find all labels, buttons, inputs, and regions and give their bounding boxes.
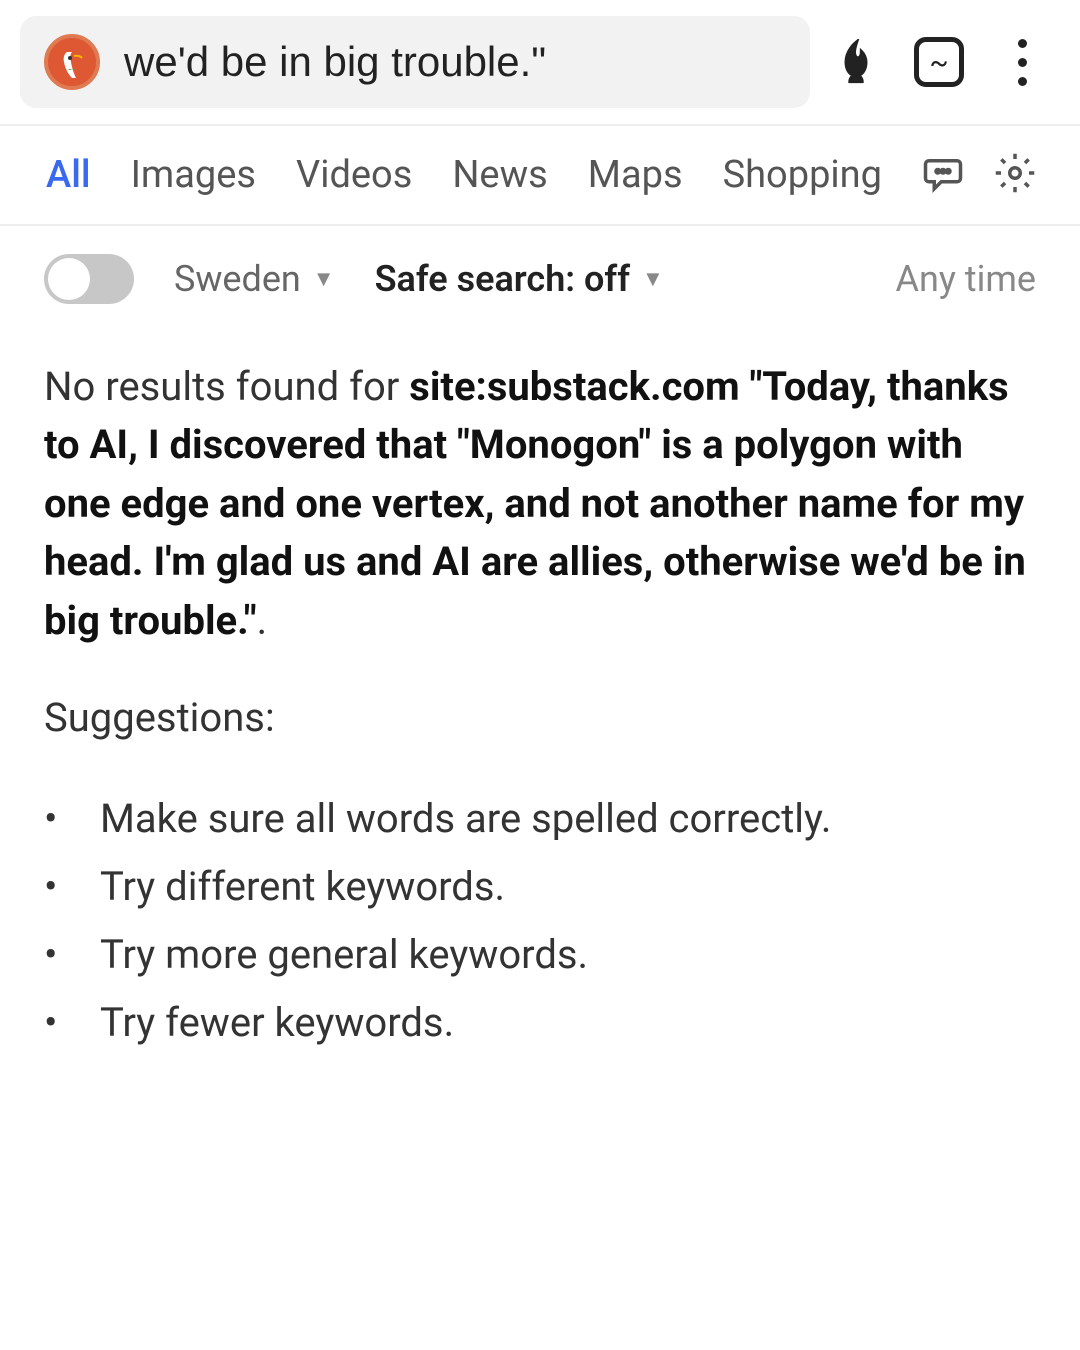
time-filter[interactable]: Any time [895,258,1036,300]
tabs-button[interactable]: ~ [914,37,964,87]
no-results-suffix: . [257,597,268,644]
suggestions-heading: Suggestions: [44,694,1036,741]
tab-maps[interactable]: Maps [586,153,685,197]
list-item: Try more general keywords. [44,921,1036,989]
settings-gear-icon[interactable] [994,152,1036,198]
safe-search-label: Safe search: off [375,258,630,300]
list-item: Make sure all words are spelled correctl… [44,785,1036,853]
tab-images[interactable]: Images [129,153,258,197]
tabs-count: ~ [929,46,948,79]
tab-videos[interactable]: Videos [294,153,414,197]
overflow-menu-icon[interactable] [994,34,1050,90]
browser-header: ~ [0,0,1080,126]
region-filter[interactable]: Sweden ▼ [174,258,335,300]
duckduckgo-logo-icon[interactable] [44,34,100,90]
time-label: Any time [895,258,1036,300]
search-category-tabs: All Images Videos News Maps Shopping [0,126,1080,226]
no-results-prefix: No results found for [44,363,409,410]
tab-shopping[interactable]: Shopping [721,153,884,197]
chat-icon[interactable] [922,152,964,198]
chevron-down-icon: ▼ [642,266,664,292]
list-item: Try different keywords. [44,853,1036,921]
search-box[interactable] [20,16,810,108]
search-filters: Sweden ▼ Safe search: off ▼ Any time [0,226,1080,328]
results-area: No results found for site:substack.com "… [0,328,1080,1087]
search-input[interactable] [124,38,786,86]
no-results-message: No results found for site:substack.com "… [44,358,1036,650]
safe-search-filter[interactable]: Safe search: off ▼ [375,258,664,300]
list-item: Try fewer keywords. [44,989,1036,1057]
header-actions: ~ [828,34,1060,90]
chevron-down-icon: ▼ [313,266,335,292]
region-label: Sweden [174,258,301,300]
fire-icon[interactable] [828,34,884,90]
tab-news[interactable]: News [450,153,549,197]
toggle-knob [48,258,90,300]
region-toggle[interactable] [44,254,134,304]
suggestions-list: Make sure all words are spelled correctl… [44,785,1036,1057]
tabs-right-actions [922,152,1036,198]
tabs-scroll[interactable]: All Images Videos News Maps Shopping [44,153,886,197]
tab-all[interactable]: All [44,153,93,197]
